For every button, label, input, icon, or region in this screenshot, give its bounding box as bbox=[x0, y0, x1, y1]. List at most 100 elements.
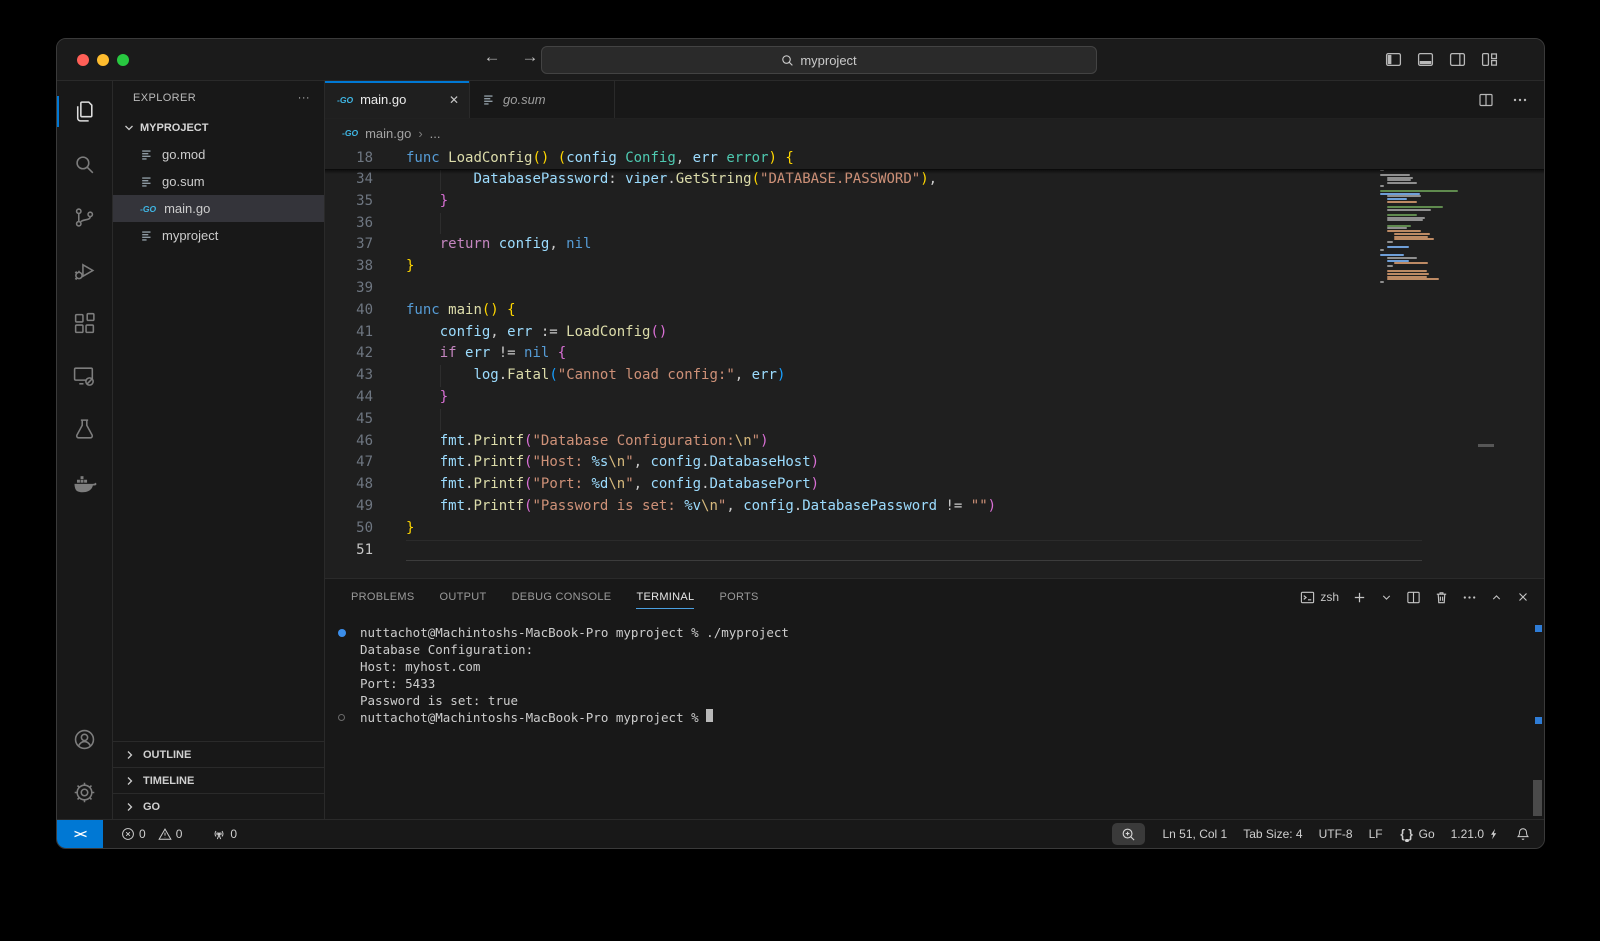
code-line[interactable]: 39 bbox=[325, 278, 1422, 300]
zoom-status-button[interactable] bbox=[1112, 823, 1145, 845]
command-center-search[interactable]: myproject bbox=[541, 46, 1097, 74]
breadcrumb-file[interactable]: main.go bbox=[365, 126, 411, 141]
code-line[interactable]: 42 if err != nil { bbox=[325, 343, 1422, 365]
activity-accounts[interactable] bbox=[57, 713, 113, 766]
activity-run-debug[interactable] bbox=[57, 244, 113, 297]
code-line[interactable]: 38} bbox=[325, 256, 1422, 278]
more-actions-icon[interactable] bbox=[1512, 92, 1528, 108]
activity-remote-explorer[interactable] bbox=[57, 350, 113, 403]
activity-docker[interactable] bbox=[57, 456, 113, 509]
zoom-window-button[interactable] bbox=[117, 54, 129, 66]
indentation-status[interactable]: Tab Size: 4 bbox=[1235, 820, 1310, 848]
activity-settings[interactable] bbox=[57, 766, 113, 819]
panel-tab-output[interactable]: OUTPUT bbox=[440, 579, 487, 615]
close-window-button[interactable] bbox=[77, 54, 89, 66]
code-line[interactable]: 37 return config, nil bbox=[325, 234, 1422, 256]
line-content bbox=[406, 540, 1422, 562]
code-line[interactable]: 36 bbox=[325, 213, 1422, 235]
toggle-secondary-sidebar-icon[interactable] bbox=[1449, 51, 1466, 68]
code-line[interactable]: 50} bbox=[325, 518, 1422, 540]
code-editor[interactable]: 18func LoadConfig() (config Config, err … bbox=[325, 147, 1544, 578]
activity-search[interactable] bbox=[57, 138, 113, 191]
sidebar-section-go[interactable]: GO bbox=[113, 793, 324, 819]
notifications-bell[interactable] bbox=[1508, 820, 1544, 848]
line-number: 36 bbox=[325, 213, 406, 235]
panel-tab-debug-console[interactable]: DEBUG CONSOLE bbox=[512, 579, 612, 615]
file-row-go-mod[interactable]: go.mod bbox=[113, 141, 324, 168]
sticky-scroll-shadow bbox=[325, 169, 1544, 174]
toggle-panel-icon[interactable] bbox=[1417, 51, 1434, 68]
panel-tab-terminal[interactable]: TERMINAL bbox=[636, 579, 694, 615]
language-mode-status[interactable]: { } Go bbox=[1391, 820, 1443, 848]
shell-selector[interactable]: zsh bbox=[1300, 590, 1339, 605]
new-terminal-icon[interactable] bbox=[1352, 590, 1367, 605]
ports-count: 0 bbox=[230, 827, 237, 841]
folder-myproject[interactable]: MYPROJECT bbox=[113, 115, 324, 141]
panel-scrollbar[interactable] bbox=[1533, 780, 1542, 816]
line-content: fmt.Printf("Database Configuration:\n") bbox=[406, 431, 1422, 453]
file-icon bbox=[140, 175, 154, 189]
go-version-status[interactable]: 1.21.0 bbox=[1443, 820, 1508, 848]
split-editor-icon[interactable] bbox=[1478, 92, 1494, 108]
close-tab-icon[interactable]: ✕ bbox=[449, 93, 459, 107]
sticky-code-line[interactable]: 18func LoadConfig() (config Config, err … bbox=[325, 147, 794, 169]
ports-status[interactable]: 0 bbox=[204, 820, 245, 848]
panel-more-actions-icon[interactable] bbox=[1462, 590, 1477, 605]
code-line[interactable]: 43 log.Fatal("Cannot load config:", err) bbox=[325, 365, 1422, 387]
maximize-panel-chevron-up-icon[interactable] bbox=[1490, 591, 1503, 604]
minimap-row bbox=[1380, 254, 1404, 256]
code-line[interactable]: 45 bbox=[325, 409, 1422, 431]
code-line[interactable]: 47 fmt.Printf("Host: %s\n", config.Datab… bbox=[325, 452, 1422, 474]
encoding-status[interactable]: UTF-8 bbox=[1311, 820, 1361, 848]
panel-tab-ports[interactable]: PORTS bbox=[719, 579, 758, 615]
customize-layout-icon[interactable] bbox=[1481, 51, 1498, 68]
split-terminal-icon[interactable] bbox=[1406, 590, 1421, 605]
code-line[interactable]: 48 fmt.Printf("Port: %d\n", config.Datab… bbox=[325, 474, 1422, 496]
line-number: 50 bbox=[325, 518, 406, 540]
code-line[interactable]: 40func main() { bbox=[325, 300, 1422, 322]
panel-tab-problems[interactable]: PROBLEMS bbox=[351, 579, 415, 615]
activity-testing[interactable] bbox=[57, 403, 113, 456]
code-line[interactable]: 44 } bbox=[325, 387, 1422, 409]
code-line[interactable]: 49 fmt.Printf("Password is set: %v\n", c… bbox=[325, 496, 1422, 518]
activity-source-control[interactable] bbox=[57, 191, 113, 244]
file-row-main-go[interactable]: -GOmain.go bbox=[113, 195, 324, 222]
file-row-myproject[interactable]: myproject bbox=[113, 222, 324, 249]
sidebar-section-outline[interactable]: OUTLINE bbox=[113, 741, 324, 767]
close-panel-icon[interactable] bbox=[1516, 590, 1530, 604]
sticky-scroll-line[interactable]: 18func LoadConfig() (config Config, err … bbox=[325, 147, 1422, 169]
cursor-position-status[interactable]: Ln 51, Col 1 bbox=[1155, 820, 1236, 848]
breadcrumb-symbol[interactable]: ... bbox=[430, 126, 441, 141]
eol-status[interactable]: LF bbox=[1361, 820, 1391, 848]
file-row-go-sum[interactable]: go.sum bbox=[113, 168, 324, 195]
code-line[interactable]: 41 config, err := LoadConfig() bbox=[325, 322, 1422, 344]
nav-back-button[interactable]: ← bbox=[479, 47, 505, 67]
chevron-right-icon bbox=[122, 747, 138, 763]
activity-extensions[interactable] bbox=[57, 297, 113, 350]
remote-indicator[interactable]: >< bbox=[57, 820, 103, 848]
problems-status[interactable]: 0 0 bbox=[113, 820, 190, 848]
editor-scrollbar[interactable] bbox=[1478, 444, 1494, 447]
status-bar: >< 0 0 0 Ln 51, Col 1 Tab Size: 4 UTF-8 … bbox=[57, 819, 1544, 848]
terminal[interactable]: nuttachot@Machintoshs-MacBook-Pro myproj… bbox=[325, 615, 1544, 819]
toggle-primary-sidebar-icon[interactable] bbox=[1385, 51, 1402, 68]
breadcrumb[interactable]: -GO main.go › ... bbox=[325, 119, 1544, 147]
minimize-window-button[interactable] bbox=[97, 54, 109, 66]
minimap-row bbox=[1387, 201, 1417, 203]
code-line[interactable]: 35 } bbox=[325, 191, 1422, 213]
activity-explorer[interactable] bbox=[57, 85, 113, 138]
kill-terminal-trash-icon[interactable] bbox=[1434, 590, 1449, 605]
tab-go-sum[interactable]: go.sum bbox=[470, 81, 615, 118]
explorer-sidebar: EXPLORER ··· MYPROJECT go.modgo.sum-GOma… bbox=[113, 81, 325, 819]
sidebar-section-timeline[interactable]: TIMELINE bbox=[113, 767, 324, 793]
error-icon bbox=[121, 827, 135, 841]
code-line[interactable]: 46 fmt.Printf("Database Configuration:\n… bbox=[325, 431, 1422, 453]
code-line[interactable]: 51 bbox=[325, 540, 1422, 562]
explorer-actions-icon[interactable]: ··· bbox=[298, 92, 310, 104]
nav-forward-button[interactable]: → bbox=[517, 47, 543, 67]
testing-beaker-icon bbox=[72, 417, 97, 442]
tab-main-go[interactable]: -GO main.go ✕ bbox=[325, 81, 470, 118]
remote-icon: >< bbox=[74, 827, 86, 841]
terminal-dropdown-chevron-icon[interactable] bbox=[1380, 591, 1393, 604]
braces-icon: { } bbox=[1399, 827, 1415, 841]
